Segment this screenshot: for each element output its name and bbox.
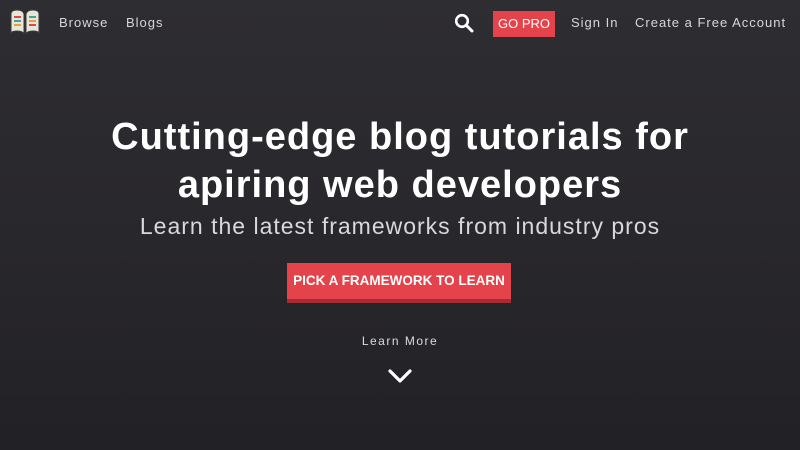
hero-title-line-1: Cutting-edge blog tutorials for <box>111 116 689 158</box>
book-icon[interactable] <box>9 8 41 36</box>
chevron-down-icon[interactable] <box>386 366 414 386</box>
hero-title-line-2: apiring web developers <box>177 164 623 206</box>
hero-title: Cutting-edge blog tutorials for apiring w… <box>0 113 800 209</box>
learn-more-link[interactable]: Learn More <box>0 334 800 348</box>
nav-browse-link[interactable]: Browse <box>59 15 108 30</box>
create-account-link[interactable]: Create a Free Account <box>635 15 786 30</box>
hero-subtitle: Learn the latest frameworks from industr… <box>139 213 661 239</box>
sign-in-link[interactable]: Sign In <box>571 15 618 30</box>
search-icon[interactable] <box>454 13 474 33</box>
go-pro-button[interactable]: GO PRO <box>493 11 555 37</box>
pick-framework-button[interactable]: PICK A FRAMEWORK TO LEARN <box>287 263 511 299</box>
top-nav: Browse Blogs GO PRO Sign In Create a Fre… <box>0 0 800 46</box>
nav-blogs-link[interactable]: Blogs <box>126 15 164 30</box>
